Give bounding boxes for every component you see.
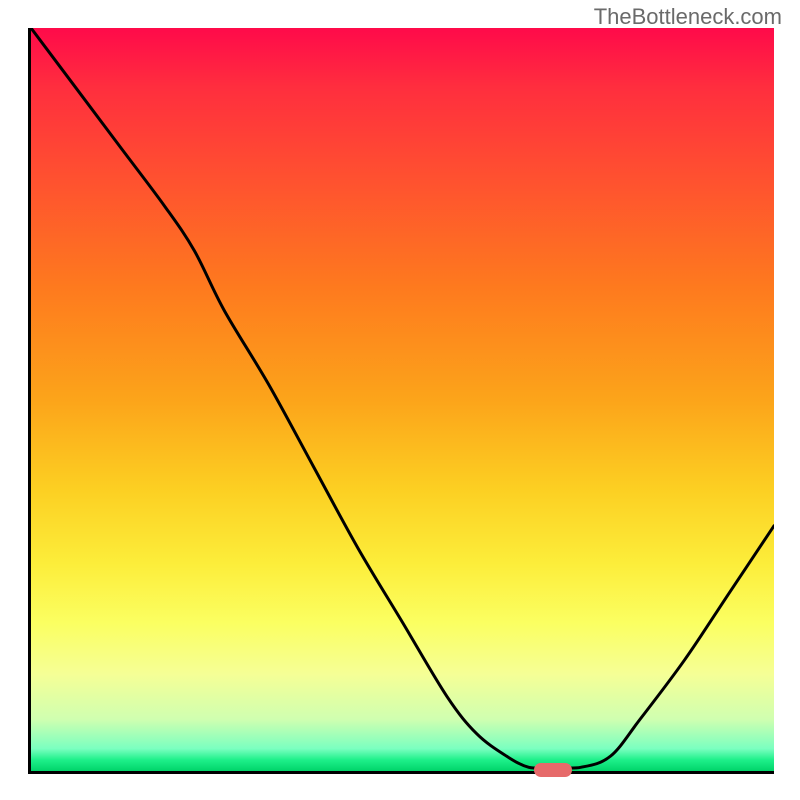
chart-plot-area xyxy=(28,28,774,774)
curve-svg xyxy=(31,28,774,771)
optimal-marker xyxy=(534,763,572,777)
watermark-text: TheBottleneck.com xyxy=(594,4,782,30)
bottleneck-curve xyxy=(31,28,774,768)
